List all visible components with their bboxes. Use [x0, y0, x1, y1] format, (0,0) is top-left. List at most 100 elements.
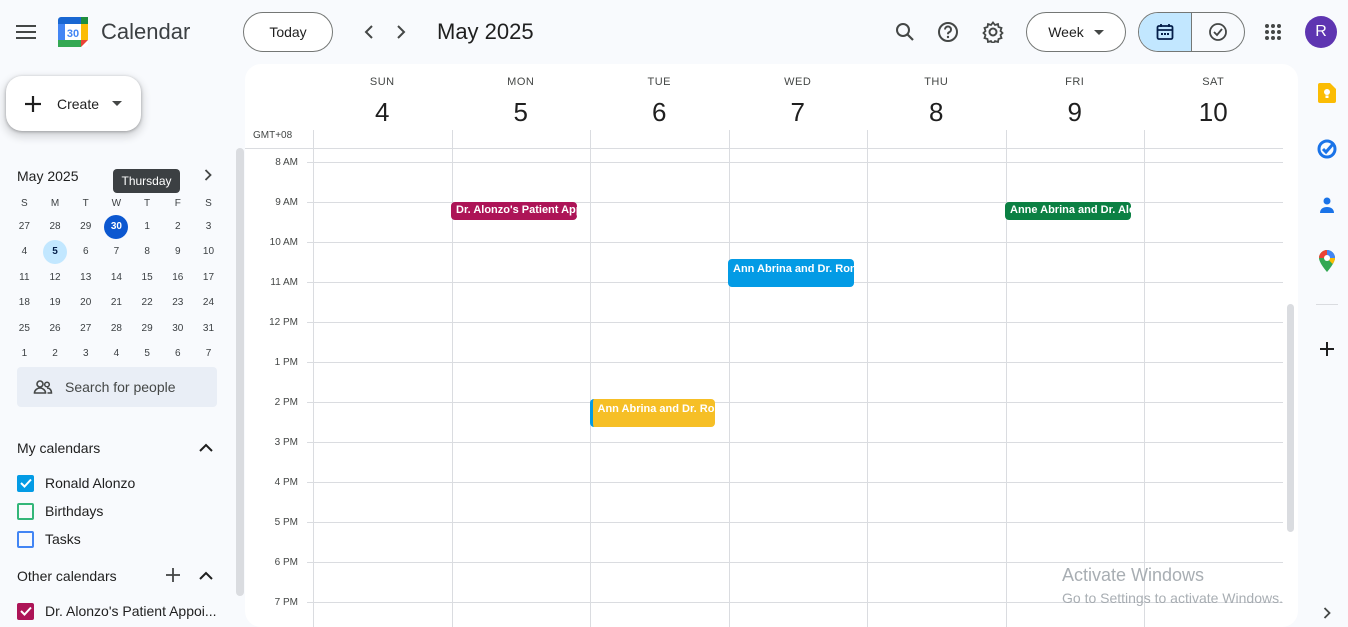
mini-calendar-next-icon[interactable] [197, 164, 219, 186]
svg-text:30: 30 [67, 28, 79, 40]
mini-calendar-day[interactable]: 5 [132, 342, 163, 366]
mini-calendar-day[interactable]: 1 [132, 215, 163, 239]
mini-calendar-day[interactable]: 12 [40, 266, 71, 290]
day-column-header[interactable]: TUE 6 [590, 64, 729, 128]
view-select-button[interactable]: Week [1026, 12, 1126, 52]
mini-calendar-day-number: 29 [80, 220, 92, 232]
mini-calendar-day[interactable]: 28 [40, 215, 71, 239]
mini-calendar-day[interactable]: 19 [40, 291, 71, 315]
mini-calendar-day-number: 15 [141, 271, 153, 283]
calendar-checkbox[interactable] [17, 502, 34, 520]
mini-calendar-day[interactable]: 23 [162, 291, 193, 315]
mini-calendar-day[interactable]: 25 [9, 317, 40, 341]
mini-calendar-day[interactable]: 17 [193, 266, 224, 290]
mini-calendar-day[interactable]: 20 [70, 291, 101, 315]
day-column-header[interactable]: SAT 10 [1144, 64, 1283, 128]
mini-calendar-day[interactable]: 4 [101, 342, 132, 366]
calendar-logo-icon[interactable]: 30 [57, 16, 89, 48]
mini-calendar-day[interactable]: 7 [101, 240, 132, 264]
mini-calendar-day[interactable]: 7 [193, 342, 224, 366]
mini-calendar-day[interactable]: 30 [101, 214, 132, 239]
mini-calendar-day[interactable]: 1 [9, 342, 40, 366]
mini-calendar-day[interactable]: 3 [193, 215, 224, 239]
help-icon[interactable] [932, 16, 964, 48]
day-column-header[interactable]: MON 5 [452, 64, 591, 128]
mini-calendar-day[interactable]: 5 [40, 240, 71, 265]
week-view: GMT+08 SUN 4 MON 5 TUE 6 WED 7 THU 8 FRI 9 SAT 10 8 AM… [245, 64, 1298, 627]
mini-calendar-day[interactable]: 6 [162, 342, 193, 366]
calendar-checkbox[interactable] [17, 474, 34, 492]
contacts-icon[interactable] [1316, 194, 1338, 216]
mini-calendar-day[interactable]: 27 [70, 317, 101, 341]
calendar-event[interactable]: Ann Abrina and Dr. Ronald [589, 399, 715, 427]
other-calendars-collapse-icon[interactable] [196, 565, 216, 585]
my-calendars-collapse-icon[interactable] [196, 437, 216, 457]
calendar-event[interactable]: Anne Abrina and Dr. Alonzo [1005, 202, 1131, 220]
tasks-view-toggle-icon[interactable] [1192, 13, 1245, 51]
mini-calendar-day[interactable]: 30 [162, 317, 193, 341]
app-title[interactable]: Calendar [101, 19, 190, 45]
mini-calendar-day[interactable]: 22 [132, 291, 163, 315]
calendar-checkbox[interactable] [17, 530, 34, 548]
mini-calendar-day[interactable]: 13 [70, 266, 101, 290]
mini-calendar-day[interactable]: 2 [40, 342, 71, 366]
mini-calendar-day[interactable]: 29 [132, 317, 163, 341]
mini-calendar-day[interactable]: 10 [193, 240, 224, 264]
mini-calendar-day[interactable]: 16 [162, 266, 193, 290]
maps-icon[interactable] [1316, 250, 1338, 272]
mini-calendar-day[interactable]: 15 [132, 266, 163, 290]
calendar-event[interactable]: Ann Abrina and Dr. Ronald [728, 259, 854, 287]
account-avatar[interactable]: R [1305, 16, 1337, 48]
day-column-header[interactable]: SUN 4 [313, 64, 452, 128]
mini-calendar-day[interactable]: 8 [132, 240, 163, 264]
mini-calendar-day[interactable]: 9 [162, 240, 193, 264]
next-week-icon[interactable] [386, 17, 416, 47]
calendar-item[interactable]: Birthdays [17, 501, 103, 521]
mini-calendar-day-number: 4 [21, 246, 28, 258]
calendar-item[interactable]: Dr. Alonzo's Patient Appoi... [17, 601, 217, 621]
sidebar-scrollbar[interactable] [236, 148, 244, 596]
mini-calendar-day-number: 8 [144, 246, 150, 258]
tasks-icon[interactable] [1316, 138, 1338, 160]
mini-calendar-grid: S M T W T F S 27 28 29 30 1 2 3 4 5 6 7 8 9 10 11 12 13 14 15 16 17… [9, 196, 224, 367]
add-icon[interactable] [1316, 338, 1338, 360]
mini-calendar-day[interactable]: 29 [70, 215, 101, 239]
mini-calendar-day[interactable]: 28 [101, 317, 132, 341]
calendar-view-toggle-icon[interactable] [1139, 13, 1192, 51]
settings-gear-icon[interactable] [977, 16, 1009, 48]
mini-calendar-day-number: 21 [110, 297, 122, 309]
mini-calendar-day[interactable]: 31 [193, 317, 224, 341]
day-column-header[interactable]: THU 8 [867, 64, 1006, 128]
apps-grid-icon[interactable] [1257, 16, 1289, 48]
mini-calendar-day[interactable]: 2 [162, 215, 193, 239]
calendar-item[interactable]: Tasks [17, 529, 81, 549]
mini-calendar-day[interactable]: 26 [40, 317, 71, 341]
mini-calendar-day[interactable]: 11 [9, 266, 40, 290]
mini-calendar-day[interactable]: 18 [9, 291, 40, 315]
search-icon[interactable] [889, 16, 921, 48]
create-button[interactable]: Create [6, 76, 141, 131]
my-calendars-title[interactable]: My calendars [17, 440, 100, 456]
previous-week-icon[interactable] [354, 17, 384, 47]
expand-side-panel-icon[interactable] [1316, 602, 1338, 624]
calendar-event[interactable]: Dr. Alonzo's Patient Appointment [451, 202, 577, 220]
other-calendars-title[interactable]: Other calendars [17, 568, 117, 584]
mini-calendar-day[interactable]: 24 [193, 291, 224, 315]
main-menu-icon[interactable] [8, 14, 44, 50]
day-tooltip: Thursday [113, 169, 180, 193]
mini-calendar-day[interactable]: 14 [101, 266, 132, 290]
calendar-item[interactable]: Ronald Alonzo [17, 473, 135, 493]
search-people-input[interactable]: Search for people [17, 367, 217, 407]
calendar-checkbox[interactable] [17, 602, 34, 620]
mini-calendar-day[interactable]: 6 [70, 240, 101, 264]
keep-icon[interactable] [1316, 82, 1338, 104]
mini-calendar-day[interactable]: 4 [9, 240, 40, 264]
mini-calendar-day[interactable]: 21 [101, 291, 132, 315]
mini-calendar-day[interactable]: 3 [70, 342, 101, 366]
add-other-calendar-icon[interactable] [163, 565, 183, 585]
today-button[interactable]: Today [243, 12, 333, 52]
week-scrollbar[interactable] [1287, 304, 1294, 532]
day-column-header[interactable]: WED 7 [729, 64, 868, 128]
mini-calendar-day[interactable]: 27 [9, 215, 40, 239]
day-column-header[interactable]: FRI 9 [1006, 64, 1145, 128]
